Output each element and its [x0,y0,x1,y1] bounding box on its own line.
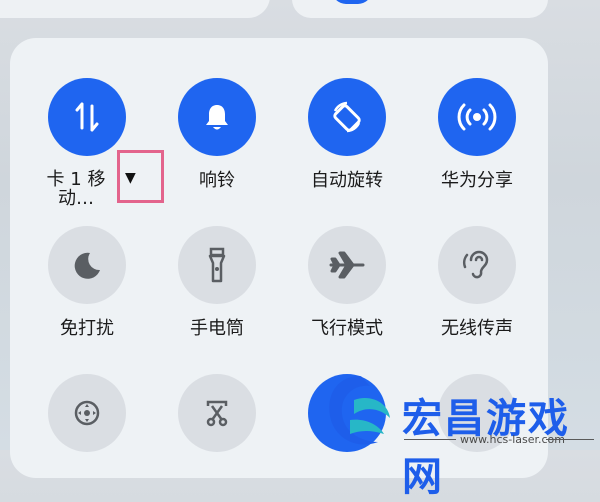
tile-ring[interactable]: 响铃 [152,78,282,192]
auto-rotate-toggle[interactable] [308,78,386,156]
ring-toggle[interactable] [178,78,256,156]
wireless-audio-toggle[interactable] [438,226,516,304]
row3-2-toggle[interactable] [178,374,256,452]
flashlight-toggle[interactable] [178,226,256,304]
data-transfer-icon [75,102,99,132]
moon-icon [74,252,100,279]
airplane-mode-toggle[interactable] [308,226,386,304]
highlight-box [117,150,164,203]
huawei-share-label: 华为分享 [441,170,513,191]
watermark-line-right [546,439,594,440]
watermark: 宏昌游戏网 www.hcs-laser.com [320,372,600,500]
tile-row3-1[interactable] [22,374,152,452]
airplane-mode-label: 飞行模式 [311,318,383,339]
top-card-right [292,0,548,18]
tile-wireless-audio[interactable]: 无线传声 [412,226,542,340]
row3-1-toggle[interactable] [48,374,126,452]
watermark-logo [329,376,390,445]
navigation-dots-icon [74,400,100,426]
rotate-icon [333,101,361,133]
tile-do-not-disturb[interactable]: 免打扰 [22,226,152,340]
tile-airplane-mode[interactable]: 飞行模式 [282,226,412,340]
wireless-audio-label: 无线传声 [441,318,513,339]
do-not-disturb-toggle[interactable] [48,226,126,304]
tile-auto-rotate[interactable]: 自动旋转 [282,78,412,192]
top-card-left [0,0,270,18]
flashlight-icon [208,247,226,283]
screenshot-scissors-icon [206,400,228,427]
do-not-disturb-label: 免打扰 [60,318,114,339]
tile-flashlight[interactable]: 手电筒 [152,226,282,340]
flashlight-label: 手电筒 [190,318,244,339]
ring-label: 响铃 [199,170,235,191]
broadcast-icon [457,103,497,131]
mobile-data-toggle[interactable] [48,78,126,156]
watermark-line-left [404,439,456,440]
auto-rotate-label: 自动旋转 [311,170,383,191]
huawei-share-toggle[interactable] [438,78,516,156]
tile-huawei-share[interactable]: 华为分享 [412,78,542,192]
airplane-icon [329,251,365,279]
ear-icon [462,250,489,279]
bell-icon [206,105,228,130]
tile-row3-2[interactable] [152,374,282,452]
